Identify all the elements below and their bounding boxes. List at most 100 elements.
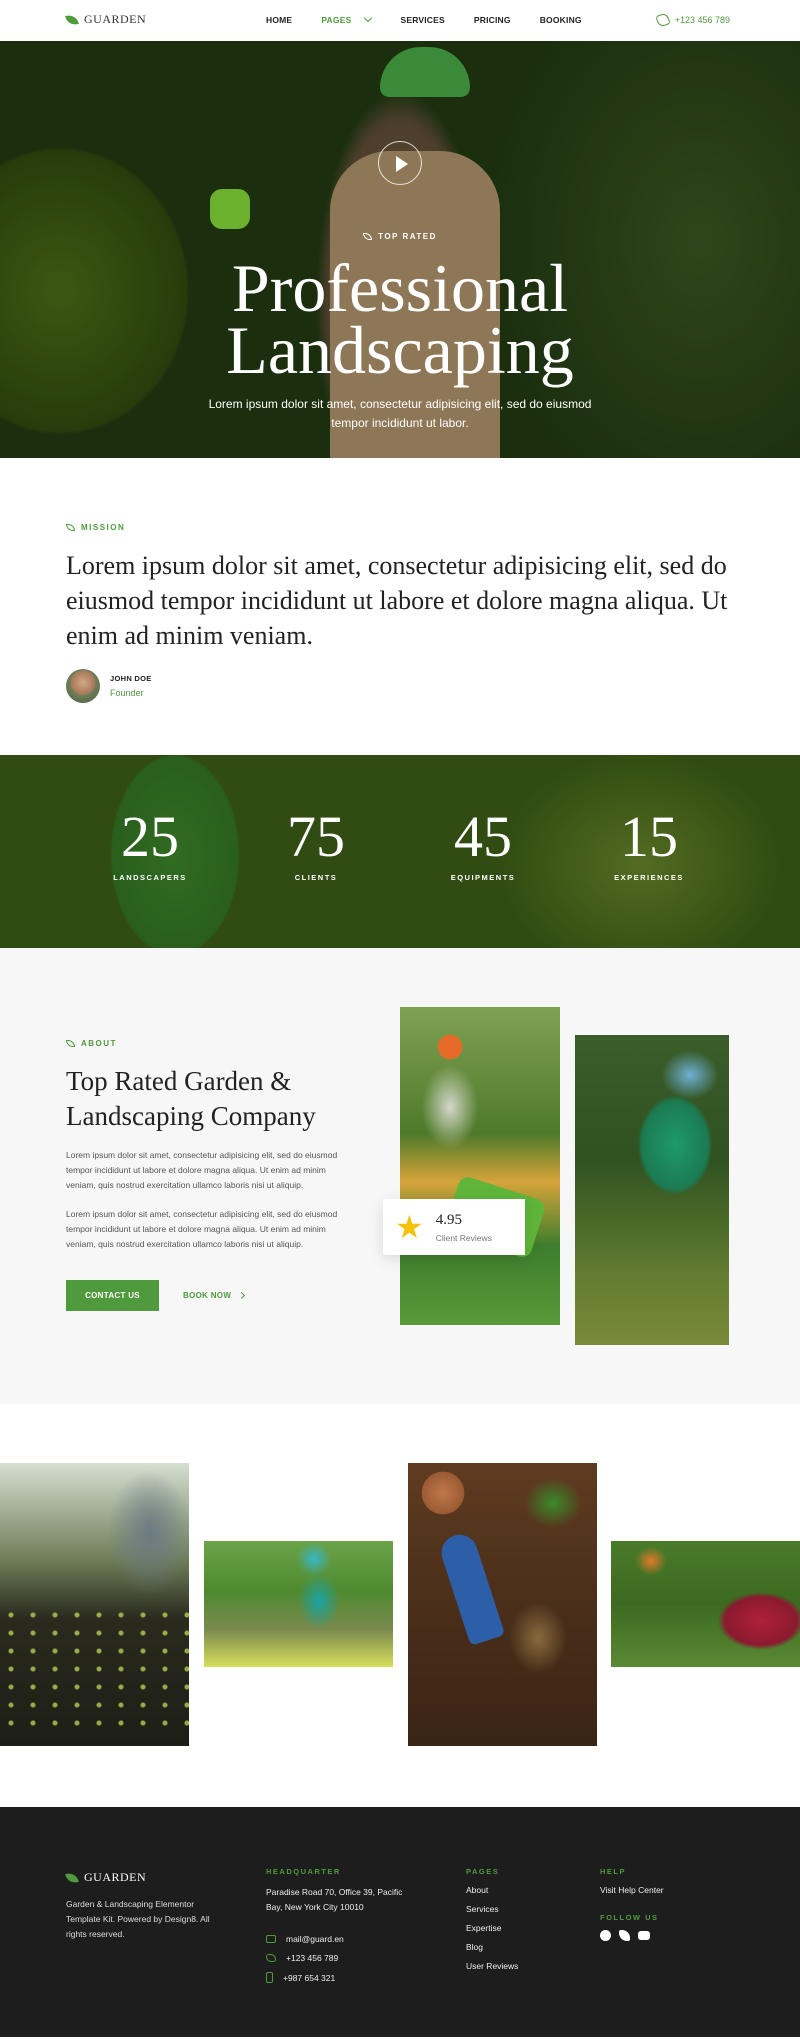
nav-item-services[interactable]: SERVICES: [400, 15, 444, 25]
twitter-icon[interactable]: [619, 1930, 630, 1941]
footer-link-blog[interactable]: Blog: [466, 1942, 518, 1952]
site-footer: GUARDEN Garden & Landscaping Elementor T…: [0, 1807, 800, 2037]
stat-label: EXPERIENCES: [614, 873, 684, 882]
nav-item-pages[interactable]: PAGES: [321, 13, 373, 25]
mission-eyebrow: MISSION: [66, 523, 125, 532]
review-label: Client Reviews: [435, 1232, 492, 1243]
footer-address: Paradise Road 70, Office 39, Pacific Bay…: [266, 1887, 403, 1912]
footer-link-user-reviews[interactable]: User Reviews: [466, 1961, 518, 1971]
hero-title-line-1: Professional: [231, 250, 569, 326]
hero-content: TOP RATED Professional Landscaping Lorem…: [0, 227, 800, 433]
footer-about: Garden & Landscaping Elementor Template …: [66, 1899, 210, 1939]
hero-photo-cap: [380, 47, 470, 97]
avatar: [66, 669, 100, 703]
facebook-icon[interactable]: [600, 1930, 611, 1941]
footer-email-link[interactable]: mail@guard.en: [266, 1934, 416, 1944]
footer-link-about[interactable]: About: [466, 1885, 518, 1895]
gallery-image-seedlings: [0, 1463, 189, 1746]
footer-pages-title: PAGES: [466, 1867, 500, 1876]
hero-eyebrow-text: TOP RATED: [378, 232, 437, 241]
help-center-link[interactable]: Visit Help Center: [600, 1885, 664, 1895]
footer-phone-2: +987 654 321: [283, 1972, 336, 1983]
footer-link-expertise[interactable]: Expertise: [466, 1923, 518, 1933]
phone-icon: [654, 12, 671, 28]
hero-subtitle: Lorem ipsum dolor sit amet, consectetur …: [208, 397, 592, 430]
gallery-section: [0, 1404, 800, 1807]
stat-equipments: 45 EQUIPMENTS: [413, 804, 553, 883]
nav-item-booking[interactable]: BOOKING: [540, 15, 582, 25]
author-info: JOHN DOE Founder: [110, 674, 152, 698]
author-role: Founder: [110, 688, 144, 698]
leaf-icon: [65, 13, 79, 26]
stat-clients: 75 CLIENTS: [246, 804, 386, 883]
leaf-icon: [65, 1871, 79, 1884]
star-icon: ★: [395, 1209, 424, 1245]
about-section: ABOUT Top Rated Garden & Landscaping Com…: [0, 948, 800, 1404]
footer-phone-1: +123 456 789: [286, 1953, 339, 1963]
review-card: ★ 4.95 Client Reviews: [383, 1199, 525, 1255]
footer-link-services[interactable]: Services: [466, 1904, 518, 1914]
mission-eyebrow-text: MISSION: [81, 523, 126, 532]
gallery-image-gardener-planting: [204, 1541, 393, 1667]
top-navigation: GUARDEN HOME PAGES SERVICES PRICING BOOK…: [0, 0, 800, 41]
footer-headquarter-title: HEADQUARTER: [266, 1867, 341, 1876]
author-name: JOHN DOE: [110, 674, 152, 683]
mobile-icon: [266, 1972, 273, 1983]
footer-phone-1-link[interactable]: +123 456 789: [266, 1953, 416, 1963]
chevron-right-icon: [238, 1291, 246, 1300]
mission-section: MISSION Lorem ipsum dolor sit amet, cons…: [0, 458, 800, 755]
seedlings-pattern: [0, 1606, 189, 1726]
nav-item-pricing[interactable]: PRICING: [474, 15, 511, 25]
footer-pages: PAGES About Services Expertise Blog User…: [466, 1867, 518, 1971]
stat-label: CLIENTS: [294, 873, 338, 882]
about-actions: CONTACT US BOOK NOW: [66, 1280, 346, 1311]
youtube-icon[interactable]: [638, 1931, 650, 1940]
stat-value: 15: [620, 804, 678, 869]
play-video-button[interactable]: [378, 141, 422, 185]
about-paragraph-2: Lorem ipsum dolor sit amet, consectetur …: [66, 1209, 338, 1249]
trowel-shape: [436, 1530, 506, 1646]
footer-logo[interactable]: GUARDEN: [65, 1870, 147, 1885]
stat-value: 75: [287, 804, 345, 869]
header-phone-number: +123 456 789: [674, 15, 730, 25]
hero-eyebrow: TOP RATED: [363, 232, 437, 241]
phone-icon: [266, 1954, 276, 1962]
envelope-icon: [266, 1935, 276, 1943]
stat-label: EQUIPMENTS: [450, 873, 516, 882]
footer-phone-2-link[interactable]: +987 654 321: [266, 1972, 416, 1983]
gallery-image-pots-and-tools: [408, 1463, 597, 1746]
nav-item-pages-label: PAGES: [321, 15, 352, 25]
stat-value: 45: [454, 804, 512, 869]
brand-logo[interactable]: GUARDEN: [65, 12, 146, 27]
mission-quote: Lorem ipsum dolor sit amet, consectetur …: [66, 551, 728, 650]
book-now-label: BOOK NOW: [183, 1291, 232, 1300]
about-eyebrow: ABOUT: [66, 1039, 117, 1048]
hero-title-line-2: Landscaping: [226, 312, 574, 388]
review-info: 4.95 Client Reviews: [436, 1212, 492, 1243]
footer-brand-name: GUARDEN: [84, 1870, 147, 1884]
hero-section: TOP RATED Professional Landscaping Lorem…: [0, 41, 800, 458]
contact-us-button[interactable]: CONTACT US: [66, 1280, 159, 1311]
photo-lawn-mower: [400, 1007, 560, 1325]
stats-section: 25 LANDSCAPERS 75 CLIENTS 45 EQUIPMENTS …: [0, 755, 800, 948]
footer-help-title: HELP: [600, 1867, 627, 1876]
stat-label: LANDSCAPERS: [113, 873, 187, 882]
header-phone-link[interactable]: +123 456 789: [654, 12, 730, 28]
gallery-image-watering: [611, 1541, 800, 1667]
mission-author: JOHN DOE Founder: [66, 669, 734, 703]
about-content: ABOUT Top Rated Garden & Landscaping Com…: [66, 1034, 346, 1311]
footer-follow-title: FOLLOW US: [600, 1913, 659, 1922]
leaf-outline-icon: [66, 524, 75, 531]
stat-experiences: 15 EXPERIENCES: [579, 804, 719, 883]
about-paragraph-1: Lorem ipsum dolor sit amet, consectetur …: [66, 1150, 338, 1190]
chevron-down-icon: [364, 13, 373, 23]
stat-value: 25: [121, 804, 179, 869]
stat-landscapers: 25 LANDSCAPERS: [80, 804, 220, 883]
nav-item-home[interactable]: HOME: [266, 15, 292, 25]
photo-gardener-trimming: [575, 1035, 729, 1345]
footer-email: mail@guard.en: [286, 1934, 344, 1944]
book-now-link[interactable]: BOOK NOW: [183, 1291, 246, 1300]
leaf-outline-icon: [66, 1040, 75, 1047]
hero-photo-glove: [210, 189, 250, 229]
about-eyebrow-text: ABOUT: [81, 1039, 117, 1048]
